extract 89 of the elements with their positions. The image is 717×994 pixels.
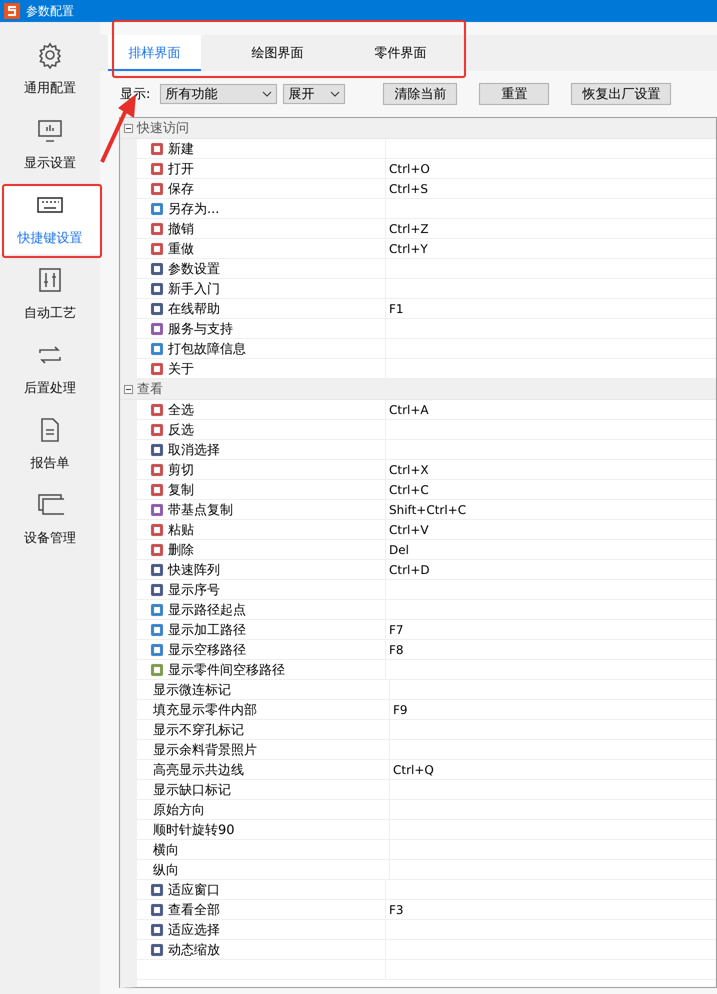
shortcut-key: Ctrl+Q [393, 762, 434, 776]
command-name: 动态缩放 [168, 942, 220, 958]
command-name: 顺时针旋转90 [153, 822, 235, 838]
chevron-down-icon [330, 91, 340, 97]
command-name: 打包故障信息 [168, 340, 246, 358]
shortcut-key: F1 [389, 302, 404, 316]
sidebar-label: 设备管理 [24, 530, 76, 547]
command-name: 参数设置 [168, 260, 220, 278]
sidebar-item[interactable]: 设备管理 [0, 484, 100, 554]
toolbar-button[interactable]: 恢复出厂设置 [571, 83, 672, 105]
command-name: 适应窗口 [168, 882, 220, 898]
shortcut-key: Del [389, 542, 409, 556]
group-header: 快速访问 [137, 120, 189, 137]
command-name: 显示零件间空移路径 [168, 662, 285, 678]
command-name: 重做 [168, 240, 194, 258]
shortcut-key: Ctrl+S [389, 182, 428, 196]
tab[interactable]: 零件界面 [354, 35, 447, 71]
sidebar-item[interactable]: 快捷键设置 [0, 184, 100, 254]
sidebar-label: 自动工艺 [24, 305, 76, 322]
command-name: 高亮显示共边线 [153, 762, 244, 778]
sidebar-item[interactable]: 自动工艺 [0, 259, 100, 329]
sidebar-item[interactable]: 通用配置 [0, 34, 100, 104]
sidebar-item[interactable]: 后置处理 [0, 334, 100, 404]
filter-dropdown[interactable]: 所有功能 [160, 84, 278, 104]
command-name: 显示微连标记 [153, 682, 231, 698]
collapse-icon[interactable] [124, 384, 133, 394]
expand-dropdown[interactable]: 展开 [283, 84, 346, 104]
sidebar-label: 后置处理 [24, 380, 76, 397]
command-name: 复制 [168, 482, 194, 498]
command-name: 新手入门 [168, 280, 220, 298]
shortcut-key: Ctrl+D [389, 562, 430, 576]
command-name: 显示序号 [168, 582, 220, 598]
toolbar-button[interactable]: 清除当前 [383, 83, 458, 105]
command-name: 显示不穿孔标记 [153, 722, 244, 738]
shortcut-key: Shift+Ctrl+C [389, 502, 466, 516]
shortcut-key: Ctrl+X [389, 462, 429, 476]
sidebar-label: 快捷键设置 [18, 230, 82, 247]
sidebar-item[interactable]: 报告单 [0, 409, 100, 479]
command-name: 粘贴 [168, 522, 194, 538]
sidebar-label: 显示设置 [24, 155, 76, 172]
command-name: 原始方向 [153, 802, 205, 818]
command-name: 关于 [168, 360, 194, 378]
window-title: 参数配置 [26, 2, 74, 20]
tab[interactable]: 排样界面 [108, 35, 201, 71]
sidebar-label: 通用配置 [24, 80, 76, 97]
sidebar-item[interactable]: 显示设置 [0, 109, 100, 179]
command-name: 显示加工路径 [168, 622, 246, 638]
command-name: 横向 [153, 842, 179, 858]
command-name: 快速阵列 [168, 562, 220, 578]
sliders-icon [36, 266, 64, 294]
command-name: 在线帮助 [168, 300, 220, 318]
command-name: 全选 [168, 402, 194, 418]
command-name: 打开 [168, 160, 194, 178]
command-name: 适应选择 [168, 922, 220, 938]
command-name: 保存 [168, 180, 194, 198]
command-name: 显示空移路径 [168, 642, 246, 658]
shortcut-key: F8 [389, 642, 404, 656]
sidebar-label: 报告单 [30, 455, 70, 472]
command-name: 反选 [168, 422, 194, 438]
command-name: 另存为... [168, 200, 220, 218]
shortcut-key: F9 [393, 702, 408, 716]
tab[interactable]: 绘图界面 [231, 35, 324, 71]
command-name: 显示路径起点 [168, 602, 246, 618]
command-name: 查看全部 [168, 902, 220, 918]
command-name: 服务与支持 [168, 320, 233, 338]
command-name: 显示缺口标记 [153, 782, 231, 798]
app-logo-icon [4, 3, 20, 19]
command-name: 取消选择 [168, 442, 220, 458]
command-name: 剪切 [168, 462, 194, 478]
command-name: 填充显示零件内部 [153, 702, 257, 718]
shortcut-key: Ctrl+V [389, 522, 429, 536]
shortcut-key: F3 [389, 902, 404, 916]
toolbar-button[interactable]: 重置 [479, 83, 550, 105]
shortcut-key: Ctrl+C [389, 482, 429, 496]
command-name: 删除 [168, 542, 194, 558]
command-name: 纵向 [153, 862, 179, 878]
command-name: 带基点复制 [168, 502, 233, 518]
group-header: 查看 [137, 381, 163, 398]
shortcut-key: Ctrl+O [389, 162, 430, 176]
collapse-icon[interactable] [124, 124, 133, 132]
shortcut-key: Ctrl+Y [389, 242, 428, 256]
command-name: 显示余料背景照片 [153, 742, 257, 758]
command-name: 撤销 [168, 220, 194, 238]
shortcut-key: Ctrl+A [389, 402, 429, 416]
shortcut-key: Ctrl+Z [389, 222, 429, 236]
chevron-down-icon [262, 91, 272, 97]
shortcut-key: F7 [389, 622, 404, 636]
gear-icon [36, 41, 64, 69]
command-name: 新建 [168, 140, 194, 158]
